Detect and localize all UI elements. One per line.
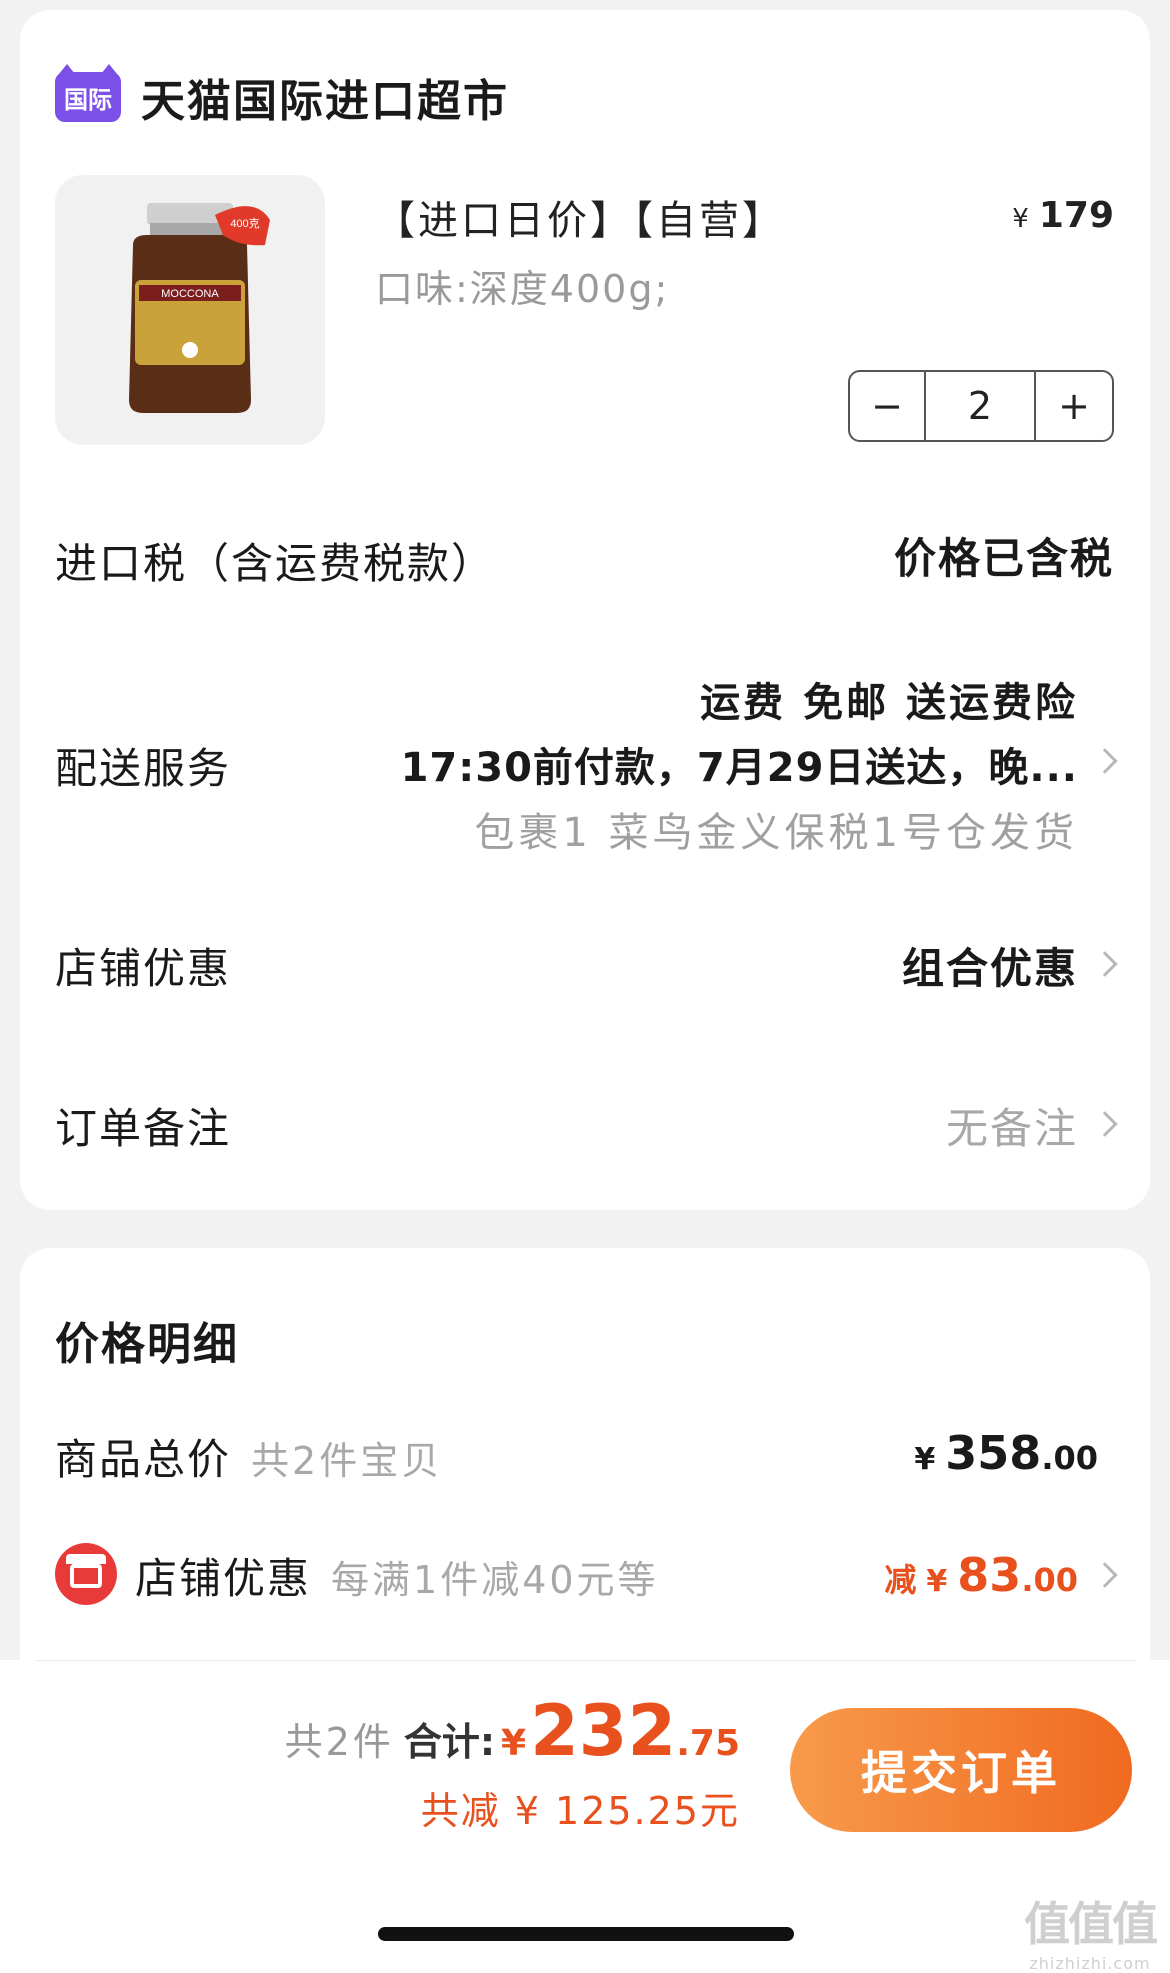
goods-total-count: 共2件宝贝 — [251, 1439, 443, 1483]
product-title[interactable]: 【进口日价】【自营】 — [375, 188, 785, 246]
delivery-label: 配送服务 — [55, 744, 232, 793]
shop-discount-value[interactable]: 组合优惠 — [902, 935, 1078, 996]
divider — [35, 1660, 1135, 1661]
shop-discount-amount[interactable]: 减 ¥83.00 — [884, 1548, 1078, 1602]
goods-total-int: 358 — [945, 1426, 1042, 1480]
import-tax-value: 价格已含税 — [893, 534, 1114, 583]
submit-order-button[interactable]: 提交订单 — [790, 1708, 1132, 1832]
chevron-right-icon[interactable] — [1092, 1562, 1118, 1588]
shop-discount-dec: .00 — [1021, 1561, 1078, 1599]
currency-symbol: ¥ — [501, 1723, 527, 1764]
product-image-label: MOCCONA — [161, 288, 219, 300]
delivery-warehouse-info[interactable]: 包裹1 菜鸟金义保税1号仓发货 — [474, 800, 1078, 858]
svg-text:400克: 400克 — [230, 217, 259, 230]
shop-coupon-icon — [55, 1543, 117, 1605]
shop-discount-row-label: 店铺优惠 每满1件减40元等 — [135, 1545, 659, 1606]
goods-total-text: 商品总价 — [55, 1435, 232, 1484]
quantity-stepper: − 2 + — [848, 370, 1114, 442]
shop-discount-rule: 每满1件减40元等 — [331, 1558, 659, 1602]
goods-total-amount: ¥358.00 — [914, 1426, 1098, 1480]
item-count: 共2件 — [284, 1720, 394, 1764]
tmall-global-logo: 国际 — [55, 64, 121, 122]
home-indicator[interactable] — [378, 1927, 794, 1941]
watermark-logo: 值值值 — [1024, 1897, 1158, 1951]
shop-discount-text: 店铺优惠 — [135, 1554, 312, 1603]
price-detail-title: 价格明细 — [55, 1319, 239, 1370]
currency-symbol: ¥ — [914, 1442, 936, 1477]
store-name: 天猫国际进口超市 — [141, 76, 509, 127]
chevron-right-icon[interactable] — [1092, 748, 1118, 774]
currency-symbol: ¥ — [926, 1564, 948, 1599]
order-total: 共2件 合计: ¥ 232 .75 — [285, 1690, 740, 1772]
product-variant[interactable]: 口味:深度400g; — [375, 258, 669, 313]
shop-discount-int: 83 — [957, 1548, 1022, 1602]
goods-total-label: 商品总价 共2件宝贝 — [55, 1426, 442, 1487]
increase-button[interactable]: + — [1036, 372, 1112, 440]
order-note-label: 订单备注 — [55, 1104, 232, 1153]
site-watermark: 值值值 zhizhizhi.com — [1024, 1888, 1158, 1973]
chevron-right-icon[interactable] — [1092, 1111, 1118, 1137]
discount-prefix: 减 — [884, 1561, 917, 1599]
import-tax-label: 进口税（含运费税款） — [55, 539, 496, 588]
coffee-jar-icon: MOCCONA 400克 — [129, 203, 270, 413]
shop-discount-label: 店铺优惠 — [55, 944, 232, 993]
product-price: ¥179 — [1012, 195, 1114, 236]
total-int: 232 — [530, 1690, 677, 1772]
delivery-fee-info[interactable]: 运费 免邮 送运费险 — [700, 670, 1078, 728]
decrease-button[interactable]: − — [850, 372, 926, 440]
total-label: 合计: — [403, 1720, 496, 1764]
delivery-time-info[interactable]: 17:30前付款，7月29日送达，晚... — [401, 735, 1078, 793]
price-detail-card: 价格明细 商品总价 共2件宝贝 ¥358.00 店铺优惠 每满1件减40元等 减 ¥8… — [20, 1248, 1150, 1708]
order-store-card: 国际 天猫国际进口超市 MOCCONA 400克 【进口日价】【自营】 口味:深… — [20, 10, 1150, 1210]
order-note-value[interactable]: 无备注 — [946, 1095, 1078, 1156]
quantity-input[interactable]: 2 — [926, 372, 1036, 440]
goods-total-dec: .00 — [1041, 1439, 1098, 1477]
total-dec: .75 — [676, 1723, 740, 1764]
price-value: 179 — [1038, 195, 1114, 236]
chevron-right-icon[interactable] — [1092, 951, 1118, 977]
watermark-site: zhizhizhi.com — [1029, 1954, 1151, 1973]
total-saved: 共减 ¥ 125.25元 — [420, 1789, 740, 1833]
product-image[interactable]: MOCCONA 400克 — [55, 175, 325, 445]
store-header[interactable]: 国际 天猫国际进口超市 — [55, 64, 509, 129]
currency-symbol: ¥ — [1012, 204, 1029, 234]
